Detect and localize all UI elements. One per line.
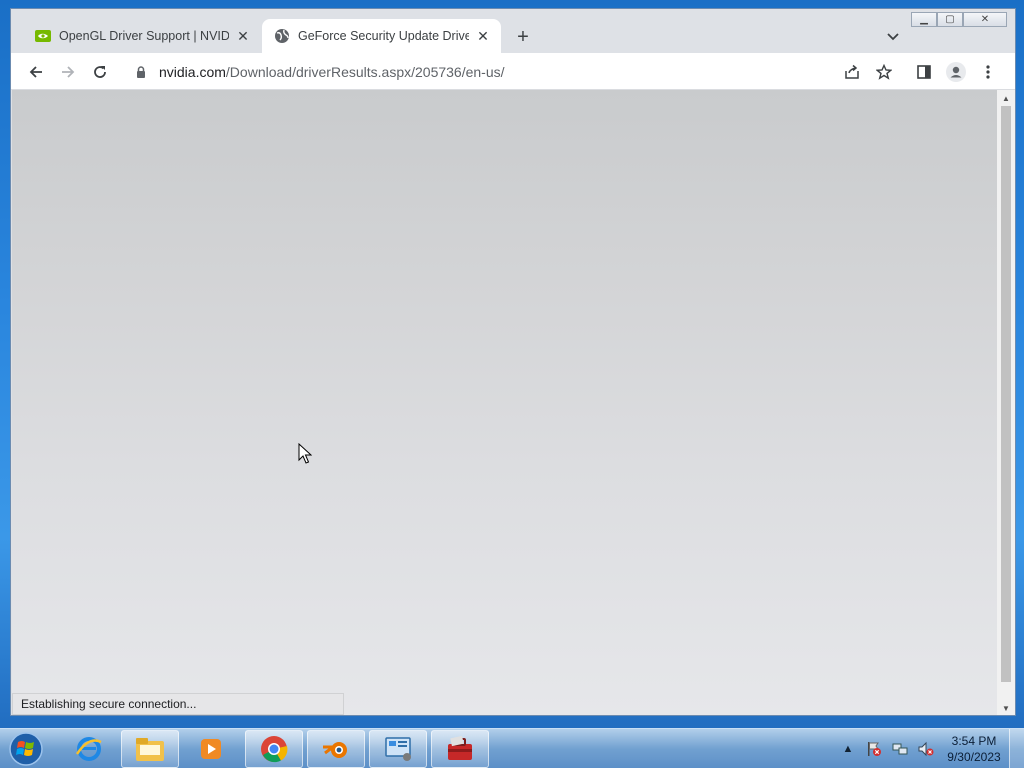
scroll-down-arrow-icon[interactable]: ▼: [997, 700, 1015, 715]
side-panel-icon: [917, 65, 931, 79]
taskbar-blender[interactable]: [307, 730, 365, 768]
bookmark-star-button[interactable]: [871, 59, 897, 85]
clock-date: 9/30/2023: [947, 750, 1001, 764]
control-panel-icon: [385, 737, 411, 761]
taskbar-chrome[interactable]: [245, 730, 303, 768]
lock-icon[interactable]: [133, 64, 149, 80]
reload-button[interactable]: [87, 59, 113, 85]
scroll-up-arrow-icon[interactable]: ▲: [997, 90, 1015, 106]
page-content[interactable]: [12, 90, 997, 715]
browser-toolbar: nvidia.com/Download/driverResults.aspx/2…: [11, 53, 1015, 90]
back-arrow-icon: [29, 66, 42, 78]
window-caption-buttons: ▁ ▢ ✕: [911, 12, 1007, 27]
taskbar-media-player[interactable]: [182, 730, 240, 768]
clock-time: 3:54 PM: [951, 734, 997, 748]
start-button[interactable]: [6, 730, 46, 768]
share-icon: [845, 64, 859, 79]
file-explorer-icon: [136, 738, 164, 761]
nvidia-icon: [35, 28, 51, 44]
url-path: /Download/driverResults.aspx/205736/en-u…: [225, 63, 505, 80]
close-tab-icon[interactable]: ✕: [235, 28, 251, 44]
show-hidden-icons-button[interactable]: ▲: [838, 739, 858, 759]
tab-strip: OpenGL Driver Support | NVIDIA ✕ GeForce…: [11, 9, 1015, 53]
close-window-button[interactable]: ✕: [963, 12, 1007, 27]
side-panel-button[interactable]: [911, 59, 937, 85]
mouse-cursor-icon: [298, 443, 312, 464]
tab-search-chevron-icon[interactable]: [883, 27, 903, 47]
tab-title: GeForce Security Update Driver |: [298, 29, 469, 43]
blender-icon: [323, 742, 347, 758]
taskbar-control-panel[interactable]: [369, 730, 427, 768]
volume-muted-icon[interactable]: [916, 739, 936, 759]
share-button[interactable]: [839, 59, 865, 85]
taskbar-toolbox[interactable]: [431, 730, 489, 768]
close-tab-icon[interactable]: ✕: [475, 28, 491, 44]
tab-opengl-driver-support[interactable]: OpenGL Driver Support | NVIDIA ✕: [23, 19, 261, 53]
back-button[interactable]: [23, 59, 49, 85]
tab-title: OpenGL Driver Support | NVIDIA: [59, 29, 229, 43]
vertical-scrollbar[interactable]: ▲ ▼: [997, 90, 1015, 715]
forward-arrow-icon: [62, 66, 75, 78]
menu-button[interactable]: [975, 59, 1001, 85]
avatar-icon: [946, 62, 966, 82]
star-icon: [876, 64, 892, 80]
action-center-flag-icon[interactable]: [864, 739, 884, 759]
toolbox-icon: [448, 735, 472, 760]
scrollbar-thumb[interactable]: [1001, 106, 1011, 682]
forward-button[interactable]: [55, 59, 81, 85]
url-host: nvidia.com: [159, 63, 226, 80]
maximize-button[interactable]: ▢: [937, 12, 963, 27]
show-desktop-button[interactable]: [1009, 729, 1024, 768]
clock[interactable]: 3:54 PM 9/30/2023: [939, 733, 1009, 765]
kebab-menu-icon: [986, 65, 990, 79]
browser-window: OpenGL Driver Support | NVIDIA ✕ GeForce…: [10, 8, 1016, 716]
taskbar-internet-explorer[interactable]: [60, 730, 118, 768]
media-player-icon: [201, 739, 221, 759]
minimize-button[interactable]: ▁: [911, 12, 937, 27]
taskbar: ▲ 3:54 PM 9/30/2023: [0, 728, 1024, 768]
url-text: nvidia.com/Download/driverResults.aspx/2…: [159, 64, 505, 80]
profile-button[interactable]: [943, 59, 969, 85]
tab-geforce-security-update[interactable]: GeForce Security Update Driver | ✕: [262, 19, 501, 53]
address-bar[interactable]: nvidia.com/Download/driverResults.aspx/2…: [129, 57, 911, 86]
reload-icon: [94, 66, 106, 78]
taskbar-file-explorer[interactable]: [121, 730, 179, 768]
new-tab-button[interactable]: +: [511, 25, 535, 49]
system-tray: ▲ 3:54 PM 9/30/2023: [835, 729, 1024, 768]
chrome-icon: [261, 736, 288, 763]
status-bubble: Establishing secure connection...: [12, 693, 344, 715]
windows-orb-icon: [9, 732, 43, 766]
network-icon[interactable]: [890, 739, 910, 759]
globe-icon: [274, 28, 290, 44]
internet-explorer-icon: [75, 737, 102, 761]
